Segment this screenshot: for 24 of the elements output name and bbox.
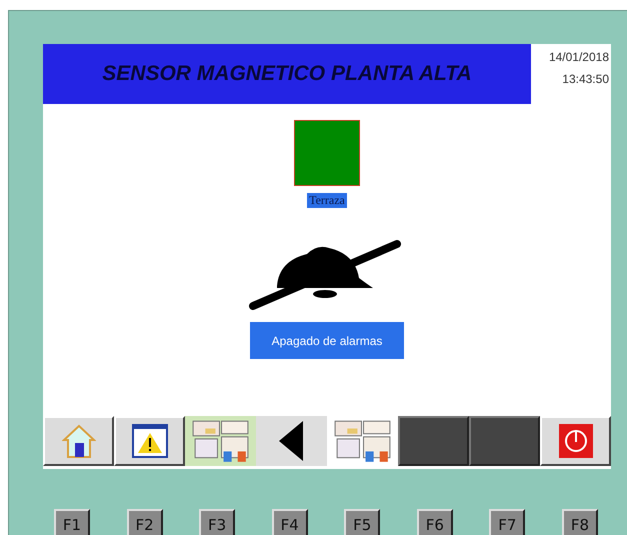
- back-button[interactable]: [256, 416, 327, 466]
- function-key[interactable]: F8: [562, 509, 598, 535]
- power-icon: [558, 424, 592, 458]
- alarm-window-button[interactable]: [114, 416, 185, 466]
- alarm-off-button[interactable]: Apagado de alarmas: [250, 322, 404, 359]
- function-key[interactable]: F2: [126, 509, 163, 535]
- floor-plan-button[interactable]: [185, 416, 256, 466]
- screen-title: SENSOR MAGNETICO PLANTA ALTA: [43, 44, 531, 104]
- date-text: 14/01/2018: [548, 50, 609, 64]
- function-key[interactable]: F6: [416, 509, 453, 535]
- time-text: 13:43:50: [562, 72, 609, 86]
- house-icon: [62, 423, 96, 459]
- blank-key[interactable]: [469, 416, 540, 466]
- function-key[interactable]: F3: [199, 509, 236, 535]
- function-key[interactable]: F7: [489, 509, 526, 535]
- blank-key[interactable]: [398, 416, 469, 466]
- warning-window-icon: [132, 424, 168, 458]
- function-key[interactable]: F1: [54, 509, 90, 535]
- home-button[interactable]: [43, 416, 114, 466]
- power-button[interactable]: [540, 416, 611, 466]
- function-key[interactable]: F4: [272, 509, 308, 535]
- sensor-label: Terraza: [307, 193, 347, 208]
- function-key[interactable]: F5: [344, 509, 380, 535]
- left-triangle-icon: [278, 421, 304, 461]
